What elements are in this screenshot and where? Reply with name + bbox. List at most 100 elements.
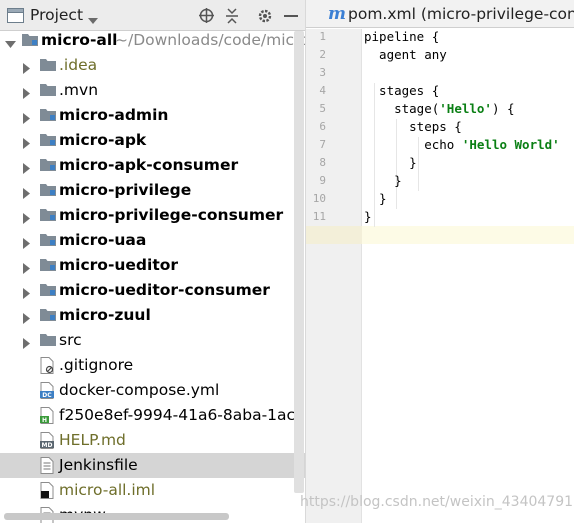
tree-item[interactable]: micro-admin xyxy=(0,103,305,128)
module-folder-icon xyxy=(40,207,56,224)
code-line[interactable]: stages { xyxy=(364,82,574,100)
code-line[interactable]: pipeline { xyxy=(364,29,574,46)
module-folder-icon xyxy=(40,257,56,274)
gitignore-file-icon xyxy=(40,357,56,374)
tree-item-label: Jenkinsfile xyxy=(59,456,138,474)
tree-item[interactable]: micro-all.iml xyxy=(0,478,305,503)
line-number: 8 xyxy=(319,156,326,169)
folder-icon xyxy=(40,82,56,99)
line-number: 6 xyxy=(319,120,326,133)
tree-item-label: micro-apk xyxy=(59,131,147,149)
module-folder-icon xyxy=(40,182,56,199)
code-token: stage( xyxy=(364,101,440,116)
code-token: pipeline { xyxy=(364,29,440,44)
h-file-icon: H xyxy=(40,407,56,424)
chevron-right-icon[interactable] xyxy=(23,285,33,299)
line-number-gutter: 123456789101112 xyxy=(306,29,362,523)
tree-item-label: micro-privilege-consumer xyxy=(59,206,284,224)
tree-item[interactable]: micro-ueditor-consumer xyxy=(0,278,305,303)
tree-item-label: micro-all.iml xyxy=(59,481,156,499)
line-number: 1 xyxy=(319,30,326,43)
horizontal-scrollbar[interactable] xyxy=(4,513,229,520)
code-line[interactable]: agent any xyxy=(364,46,574,64)
line-number: 11 xyxy=(312,210,326,223)
tree-item-label: .idea xyxy=(59,56,98,74)
svg-text:DC: DC xyxy=(42,392,52,399)
crosshair-icon[interactable] xyxy=(196,0,216,31)
line-number: 9 xyxy=(319,174,326,187)
line-number: 3 xyxy=(319,66,326,79)
tree-item[interactable]: DC docker-compose.yml xyxy=(0,378,305,403)
module-folder-icon xyxy=(40,282,56,299)
code-token: } xyxy=(364,209,372,224)
tree-item[interactable]: .idea xyxy=(0,53,305,78)
md-file-icon: MD xyxy=(40,432,56,449)
chevron-right-icon[interactable] xyxy=(23,110,33,124)
tree-item[interactable]: micro-uaa xyxy=(0,228,305,253)
tree-item-label: src xyxy=(59,331,82,349)
tree-item-label: micro-all xyxy=(41,31,118,49)
tree-item[interactable]: micro-privilege xyxy=(0,178,305,203)
minimize-icon[interactable] xyxy=(282,0,300,31)
chevron-right-icon[interactable] xyxy=(23,310,33,324)
line-number: 5 xyxy=(319,102,326,115)
chevron-down-icon[interactable] xyxy=(5,35,16,48)
code-line[interactable]: } xyxy=(364,172,574,190)
module-folder-icon xyxy=(40,132,56,149)
string-literal: 'Hello World' xyxy=(461,137,560,152)
vertical-scrollbar[interactable] xyxy=(294,31,304,493)
code-line[interactable]: echo 'Hello World' xyxy=(364,136,574,154)
project-tree: micro-all~/Downloads/code/micro-all .idea… xyxy=(0,28,305,523)
chevron-right-icon[interactable] xyxy=(23,135,33,149)
tree-item[interactable]: .gitignore xyxy=(0,353,305,378)
code-token: } xyxy=(364,191,387,206)
tree-item[interactable]: src xyxy=(0,328,305,353)
chevron-down-icon[interactable] xyxy=(88,11,98,29)
chevron-right-icon[interactable] xyxy=(23,160,33,174)
tree-item[interactable]: micro-apk xyxy=(0,128,305,153)
code-editor[interactable]: 123456789101112 pipeline { agent any sta… xyxy=(306,29,574,523)
code-token: agent any xyxy=(364,47,447,62)
tree-item[interactable]: micro-zuul xyxy=(0,303,305,328)
code-line[interactable]: stage('Hello') { xyxy=(364,100,574,118)
chevron-right-icon[interactable] xyxy=(23,60,33,74)
tree-item[interactable]: micro-privilege-consumer xyxy=(0,203,305,228)
tree-item-root[interactable]: micro-all~/Downloads/code/micro-all xyxy=(0,28,305,53)
tree-item[interactable]: MD HELP.md xyxy=(0,428,305,453)
tree-item[interactable]: micro-apk-consumer xyxy=(0,153,305,178)
code-token: echo xyxy=(364,137,462,152)
gear-icon[interactable] xyxy=(254,0,276,31)
tree-item[interactable]: .mvn xyxy=(0,78,305,103)
code-line[interactable]: } xyxy=(364,190,574,208)
line-number: 10 xyxy=(312,192,326,205)
svg-text:H: H xyxy=(42,417,47,424)
code-line[interactable] xyxy=(364,226,574,244)
tree-item-label: HELP.md xyxy=(59,431,126,449)
chevron-right-icon[interactable] xyxy=(23,260,33,274)
code-line[interactable]: } xyxy=(364,154,574,172)
module-folder-icon xyxy=(40,107,56,124)
line-number: 7 xyxy=(319,138,326,151)
chevron-right-icon[interactable] xyxy=(23,85,33,99)
chevron-right-icon[interactable] xyxy=(23,235,33,249)
tree-item[interactable]: Hf250e8ef-9994-41a6-8aba-1ac525aea xyxy=(0,403,305,428)
text-file-icon xyxy=(40,457,56,474)
chevron-right-icon[interactable] xyxy=(23,185,33,199)
project-panel: Project micro-all~/Downloads/code/micro-… xyxy=(0,0,306,523)
dc-file-icon: DC xyxy=(40,382,56,399)
module-folder-icon xyxy=(22,32,38,49)
string-literal: 'Hello' xyxy=(439,101,492,116)
collapse-all-icon[interactable] xyxy=(222,0,242,31)
chevron-right-icon[interactable] xyxy=(23,335,33,349)
chevron-right-icon[interactable] xyxy=(23,210,33,224)
code-token: } xyxy=(364,173,402,188)
tree-item[interactable]: Jenkinsfile xyxy=(0,453,305,478)
editor-tab-title[interactable]: pom.xml (micro-privilege-consumer) xyxy=(348,5,574,23)
code-token: steps { xyxy=(364,119,462,134)
folder-icon xyxy=(40,57,56,74)
code-line[interactable]: } xyxy=(364,208,574,226)
project-view-title[interactable]: Project xyxy=(30,6,83,24)
code-line[interactable] xyxy=(364,64,574,82)
code-line[interactable]: steps { xyxy=(364,118,574,136)
tree-item[interactable]: micro-ueditor xyxy=(0,253,305,278)
